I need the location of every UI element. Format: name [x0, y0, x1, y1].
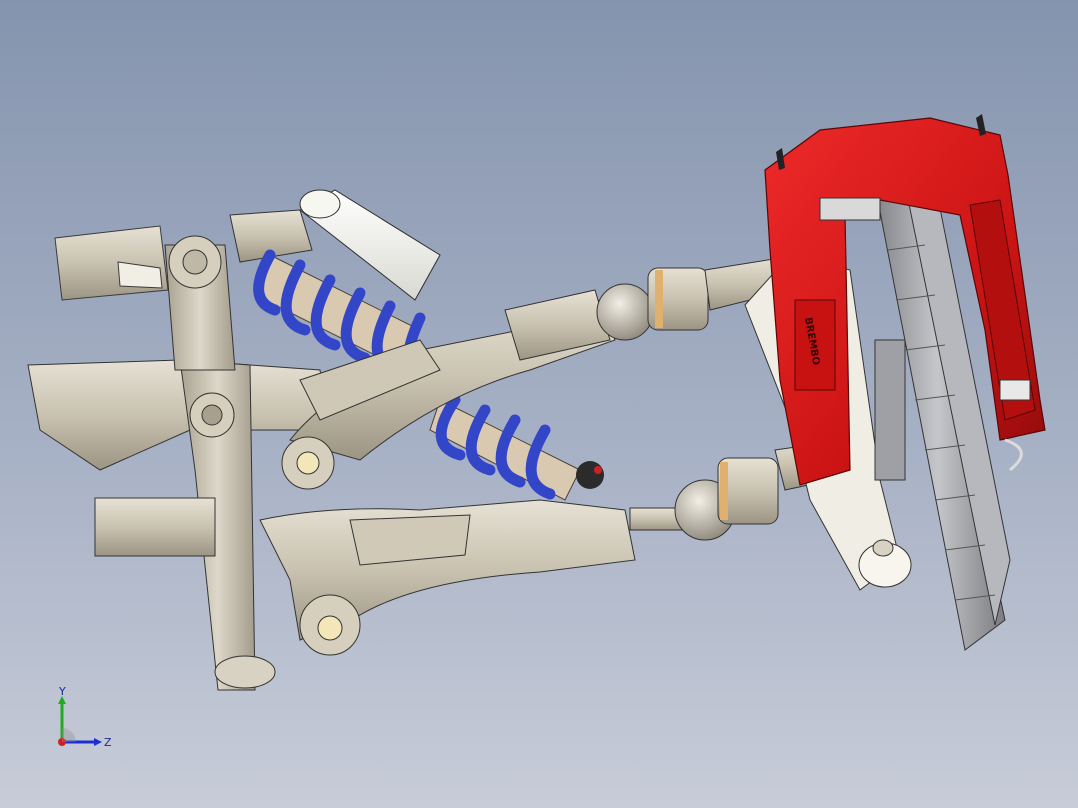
coil-spring-lower[interactable]	[429, 394, 604, 501]
suspension-model[interactable]: BREMBO	[0, 0, 1078, 808]
lower-control-arm[interactable]	[259, 499, 636, 656]
graphics-viewport[interactable]: BREMBO Y Z	[0, 0, 1078, 808]
y-axis-label: Y	[58, 685, 66, 698]
upper-mount-bracket[interactable]	[54, 225, 169, 301]
z-axis-label: Z	[104, 736, 112, 749]
coordinate-triad: Y Z	[58, 685, 112, 749]
